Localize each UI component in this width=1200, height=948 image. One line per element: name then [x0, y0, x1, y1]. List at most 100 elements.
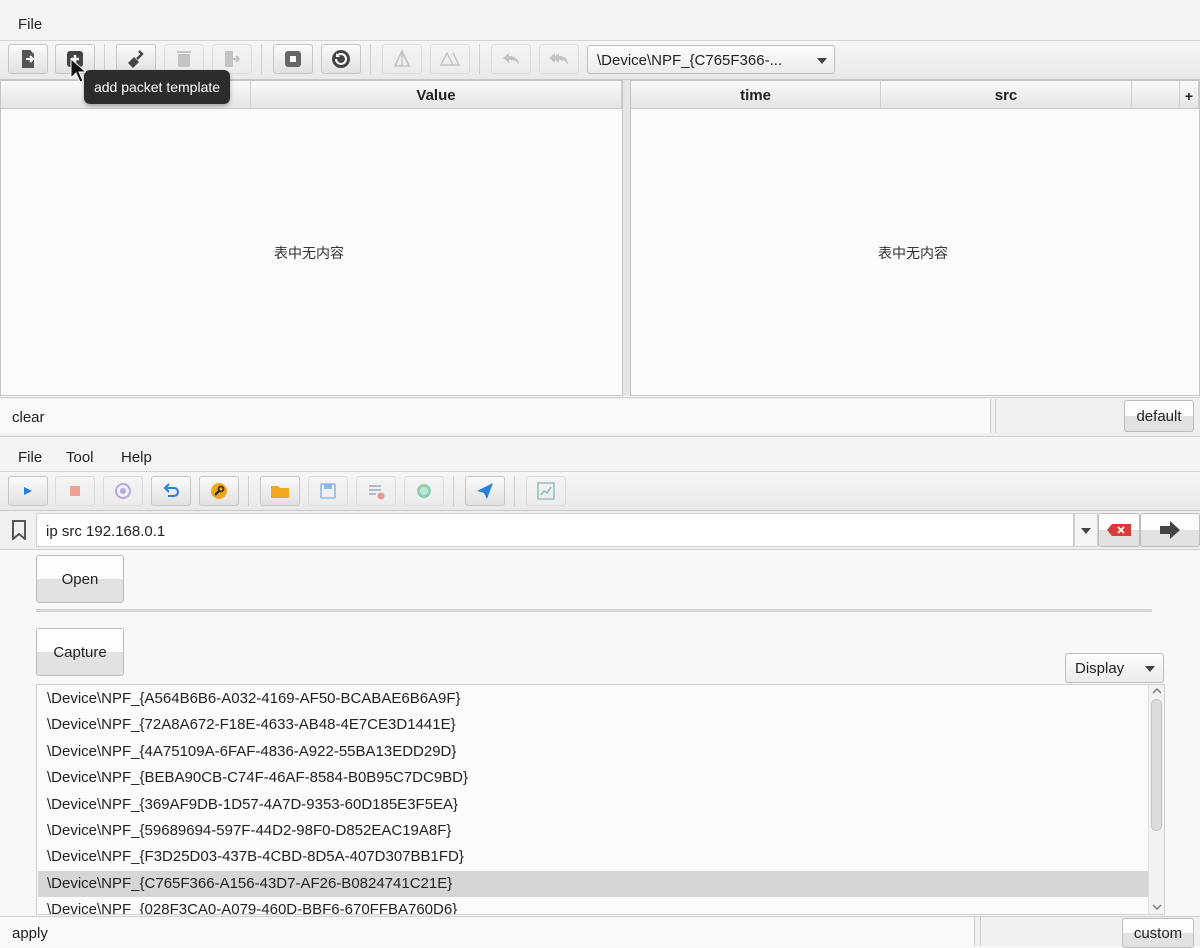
- device-list-item[interactable]: \Device\NPF_{A564B6B6-A032-4169-AF50-BCA…: [38, 686, 1148, 712]
- refresh-icon: [332, 50, 350, 68]
- device-list-item[interactable]: \Device\NPF_{028F3CA0-A079-460D-BBF6-670…: [38, 897, 1148, 914]
- template-field-table: Field Value 表中无内容: [0, 80, 623, 396]
- undo-icon: [163, 483, 179, 497]
- clear-filter-button[interactable]: [1098, 513, 1140, 547]
- trash-icon: [177, 51, 191, 67]
- bottom-toolbar: [0, 472, 1200, 511]
- stop-capture-button[interactable]: [55, 476, 95, 506]
- record-button[interactable]: [404, 476, 444, 506]
- bottom-menu-file[interactable]: File: [18, 449, 42, 466]
- display-select[interactable]: Display: [1065, 653, 1164, 683]
- save-file-button[interactable]: [308, 476, 348, 506]
- send-packet-button[interactable]: [465, 476, 505, 506]
- folder-icon: [271, 486, 289, 498]
- send-once-button[interactable]: [382, 44, 422, 74]
- arrow-right-icon: [1160, 521, 1180, 539]
- column-header-src[interactable]: src: [881, 81, 1132, 109]
- export-icon: [225, 51, 241, 67]
- packet-table: time src + 表中无内容: [630, 80, 1200, 396]
- bottom-filter-bar: ip src 192.168.0.1: [0, 511, 1200, 550]
- empty-table-text: 表中无内容: [274, 246, 344, 262]
- device-list-item[interactable]: \Device\NPF_{59689694-597F-44D2-98F0-D85…: [38, 818, 1148, 844]
- display-select-value: Display: [1075, 660, 1125, 677]
- tooltip: add packet template: [84, 70, 230, 104]
- device-list-item[interactable]: \Device\NPF_{4A75109A-6FAF-4836-A922-55B…: [38, 739, 1148, 765]
- reply-button[interactable]: [491, 44, 531, 74]
- open-template-button[interactable]: [8, 44, 48, 74]
- record-icon: [417, 484, 431, 498]
- device-select-value: \Device\NPF_{C765F366-...: [597, 52, 783, 69]
- device-list-item[interactable]: \Device\NPF_{72A8A672-F18E-4633-AB48-4E7…: [38, 712, 1148, 738]
- device-select[interactable]: \Device\NPF_{C765F366-...: [587, 45, 835, 74]
- apply-filter-button[interactable]: [1140, 513, 1200, 547]
- play-icon: [24, 487, 32, 495]
- apply-divider: [980, 917, 981, 946]
- restart-capture-button[interactable]: [103, 476, 143, 506]
- import-file-icon: [22, 50, 35, 68]
- double-triangle-icon: [439, 51, 461, 66]
- chevron-down-icon: [1145, 666, 1155, 672]
- toolbar-separator: [453, 476, 454, 506]
- open-button[interactable]: Open: [36, 555, 124, 603]
- filter-history-dropdown[interactable]: [1074, 513, 1098, 547]
- open-file-button[interactable]: [260, 476, 300, 506]
- target-icon: [115, 483, 131, 499]
- section-divider: [36, 609, 1152, 612]
- bottom-menu-help[interactable]: Help: [121, 449, 152, 466]
- device-list-item[interactable]: \Device\NPF_{C765F366-A156-43D7-AF26-B08…: [38, 870, 1148, 897]
- top-menubar: File: [0, 0, 1200, 41]
- device-list-item[interactable]: \Device\NPF_{BEBA90CB-C74F-46AF-8584-B0B…: [38, 765, 1148, 791]
- device-list-item[interactable]: \Device\NPF_{369AF9DB-1D57-4A7D-9353-60D…: [38, 792, 1148, 818]
- custom-button[interactable]: custom: [1122, 918, 1194, 948]
- top-filter-input[interactable]: clear: [0, 399, 991, 433]
- reply-all-icon: [549, 53, 568, 65]
- toolbar-separator: [261, 44, 262, 74]
- top-filter-bar: clear default: [0, 397, 1200, 437]
- stop-icon: [285, 51, 301, 67]
- scrollbar[interactable]: [1148, 685, 1164, 914]
- toolbar-separator: [479, 44, 480, 74]
- start-capture-button[interactable]: [8, 476, 48, 506]
- column-header-value[interactable]: Value: [251, 81, 622, 109]
- apply-input[interactable]: apply: [0, 917, 975, 946]
- device-list-item[interactable]: \Device\NPF_{F3D25D03-437B-4CBD-8D5A-407…: [38, 844, 1148, 870]
- device-list: \Device\NPF_{A564B6B6-A032-4169-AF50-BCA…: [36, 684, 1165, 915]
- capture-button[interactable]: Capture: [36, 628, 124, 676]
- top-filter-value: clear: [12, 409, 45, 426]
- filter-divider: [995, 399, 996, 433]
- chevron-down-icon: [1081, 528, 1091, 534]
- tooltip-text: add packet template: [93, 79, 221, 95]
- filter-input[interactable]: ip src 192.168.0.1: [36, 513, 1074, 547]
- column-header-time[interactable]: time: [631, 81, 881, 109]
- close-file-button[interactable]: [356, 476, 396, 506]
- loop-send-button[interactable]: [321, 44, 361, 74]
- toolbar-separator: [370, 44, 371, 74]
- wrench-icon: [211, 483, 227, 499]
- split-divider[interactable]: [623, 80, 630, 396]
- bookmark-icon[interactable]: [10, 520, 28, 540]
- undo-button[interactable]: [151, 476, 191, 506]
- send-all-button[interactable]: [430, 44, 470, 74]
- column-filler: [1132, 81, 1180, 109]
- add-column-button[interactable]: +: [1180, 81, 1199, 109]
- empty-table-text: 表中无内容: [878, 246, 948, 262]
- reply-icon: [503, 53, 519, 65]
- stop-send-button[interactable]: [273, 44, 313, 74]
- bottom-apply-bar: apply custom: [0, 916, 1200, 948]
- settings-button[interactable]: [199, 476, 239, 506]
- filter-value: ip src 192.168.0.1: [46, 523, 166, 540]
- chart-icon: [537, 482, 555, 500]
- bottom-menubar: File Tool Help: [0, 437, 1200, 472]
- scrollbar-thumb[interactable]: [1151, 699, 1162, 831]
- statistics-button[interactable]: [526, 476, 566, 506]
- save-icon: [320, 483, 336, 499]
- apply-value: apply: [12, 925, 48, 942]
- toolbar-separator: [248, 476, 249, 506]
- top-menu-file[interactable]: File: [18, 16, 42, 33]
- default-button[interactable]: default: [1124, 400, 1194, 432]
- scroll-down-icon[interactable]: [1152, 903, 1162, 911]
- scroll-up-icon[interactable]: [1152, 687, 1162, 695]
- reply-all-button[interactable]: [539, 44, 579, 74]
- chevron-down-icon: [817, 58, 827, 64]
- bottom-menu-tool[interactable]: Tool: [66, 449, 94, 466]
